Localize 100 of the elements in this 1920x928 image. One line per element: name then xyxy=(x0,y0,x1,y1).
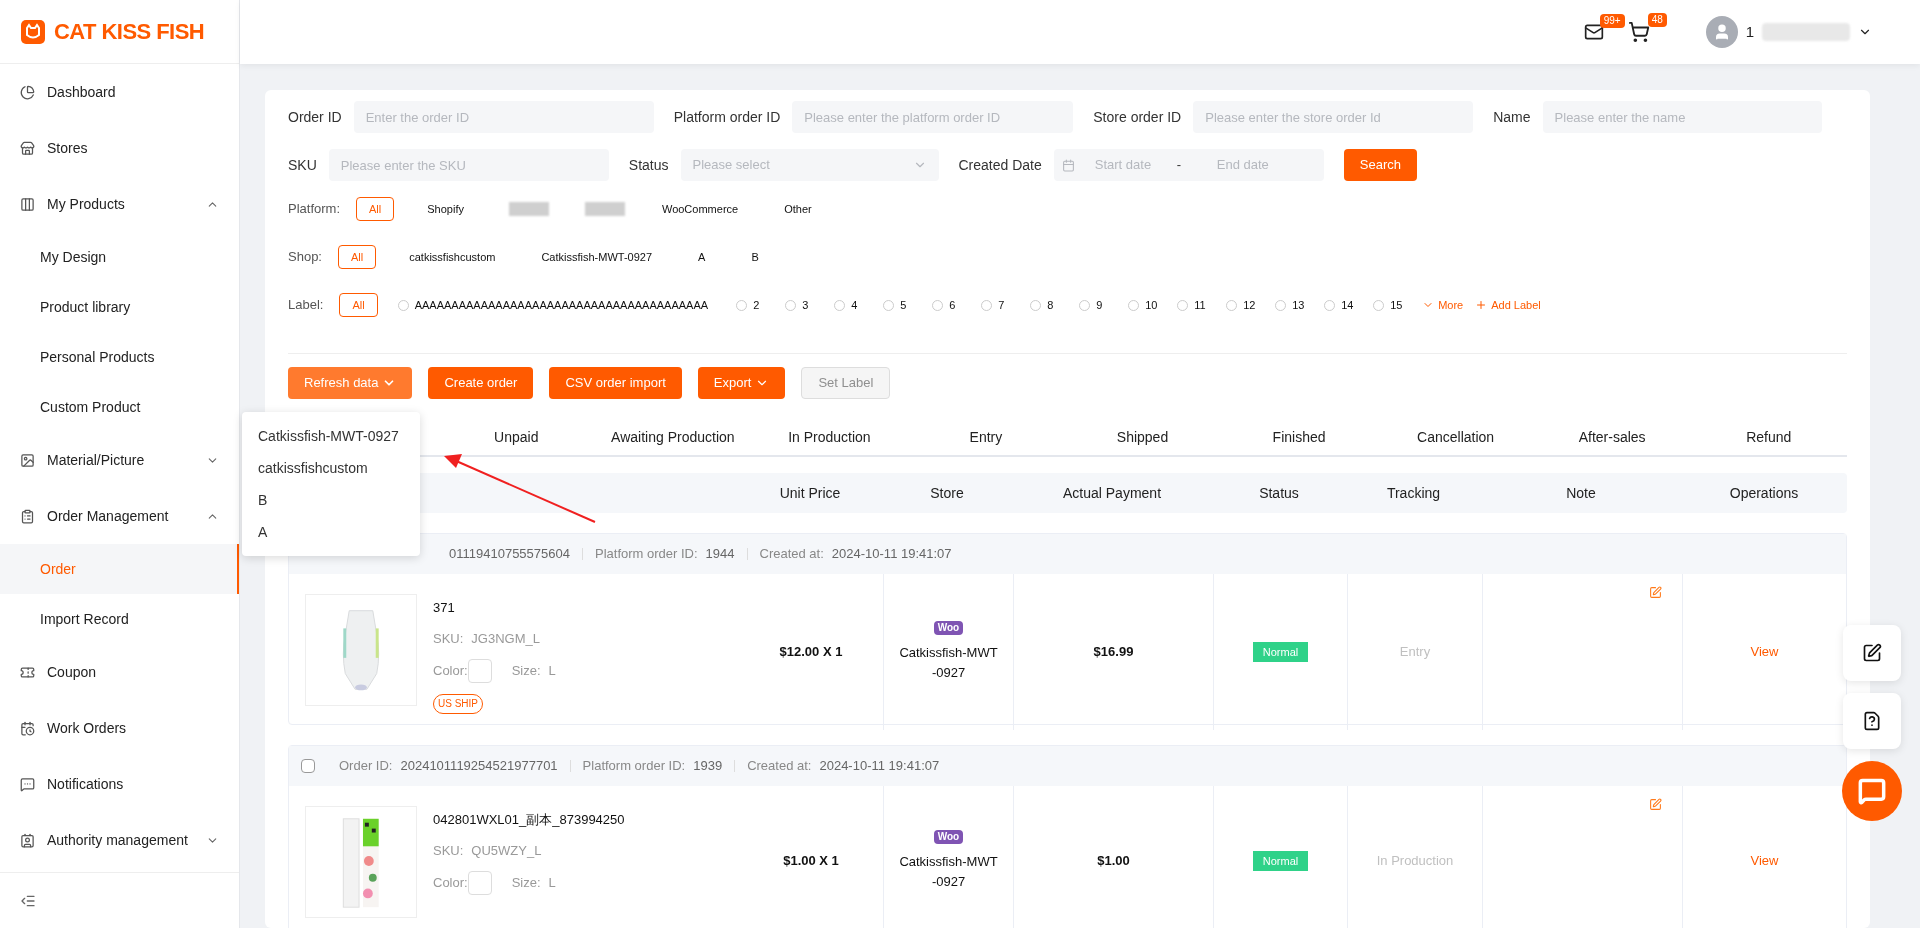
table-cell-text: $12.00 X 1 xyxy=(778,643,844,662)
sidebar-item[interactable]: Stores xyxy=(0,120,239,176)
edit-icon xyxy=(1862,643,1882,663)
input-field[interactable]: Enter the order ID xyxy=(353,101,654,133)
message-icon xyxy=(20,776,35,792)
sidebar-subitem[interactable]: Import Record xyxy=(0,594,239,644)
sku-label: SKU: xyxy=(433,629,464,648)
ticket-icon xyxy=(20,664,35,680)
sidebar-item[interactable]: Dashboard xyxy=(0,64,239,120)
radio-label: 5 xyxy=(900,297,907,313)
column-header: Store xyxy=(929,483,965,503)
help-document-icon xyxy=(1862,711,1882,731)
mail-badge: 99+ xyxy=(1599,14,1625,28)
chat-button[interactable] xyxy=(1842,761,1902,821)
column-header: Unit Price xyxy=(778,483,842,503)
table-cell: In Production xyxy=(1347,786,1482,928)
status-tab[interactable]: In Production xyxy=(751,419,908,455)
store-name: Catkissfish-MWT-0927 xyxy=(898,853,999,891)
radio-button[interactable] xyxy=(397,299,409,311)
columns-icon xyxy=(20,196,35,212)
sku-value: QU5WZY_L xyxy=(471,841,542,860)
radio-button[interactable] xyxy=(932,299,944,311)
filter-chip[interactable]: Shopify xyxy=(414,197,477,221)
sidebar-subitem[interactable]: My Design xyxy=(0,232,239,282)
input-field[interactable]: Please enter the SKU xyxy=(328,149,609,181)
status-tab[interactable]: Finished xyxy=(1220,419,1378,455)
radio-button[interactable] xyxy=(1177,299,1189,311)
user-name: 1 xyxy=(1745,21,1754,42)
radio-button[interactable] xyxy=(736,299,748,311)
filter-label: Platform: xyxy=(288,200,340,219)
mail-icon[interactable] xyxy=(1583,22,1604,42)
color-swatch xyxy=(467,659,492,683)
radio-label: AAAAAAAAAAAAAAAAAAAAAAAAAAAAAAAAAAAAAAAA xyxy=(414,297,709,313)
status-tab[interactable]: Shipped xyxy=(1064,419,1221,455)
redacted-chip[interactable] xyxy=(508,202,549,216)
status-tab[interactable]: Entry xyxy=(907,419,1065,455)
input-field[interactable]: Please enter the store order Id xyxy=(1193,101,1474,133)
radio-button[interactable] xyxy=(1226,299,1238,311)
sidebar-item[interactable]: My Products xyxy=(0,176,239,232)
sidebar-subitem[interactable]: Personal Products xyxy=(0,332,239,382)
menu-item[interactable]: catkissfishcustom xyxy=(242,452,420,484)
platform-order-id-label: Platform order ID: xyxy=(582,757,686,776)
radio-button[interactable] xyxy=(1030,299,1042,311)
edit-note-icon[interactable] xyxy=(1649,586,1662,599)
sidebar-item[interactable]: Order Management xyxy=(0,488,239,544)
status-tab[interactable]: After-sales xyxy=(1533,419,1691,455)
input-field[interactable]: Please enter the name xyxy=(1542,101,1822,133)
status-tab[interactable]: Cancellation xyxy=(1377,419,1534,455)
radio-button[interactable] xyxy=(1275,299,1287,311)
radio-button[interactable] xyxy=(1128,299,1140,311)
menu-item[interactable]: Catkissfish-MWT-0927 xyxy=(242,420,420,452)
checkbox[interactable] xyxy=(301,759,315,773)
radio-button[interactable] xyxy=(1324,299,1336,311)
date-range-field[interactable]: Start date - End date xyxy=(1053,149,1324,181)
help-float-button[interactable] xyxy=(1843,693,1901,749)
sidebar-item[interactable]: Material/Picture xyxy=(0,432,239,488)
radio-button[interactable] xyxy=(834,299,846,311)
input-field[interactable]: Please enter the platform order ID xyxy=(792,101,1074,133)
radio-button[interactable] xyxy=(1373,299,1385,311)
filter-chip[interactable]: catkissfishcustom xyxy=(396,245,509,269)
filter-chip[interactable]: WooCommerce xyxy=(648,197,752,221)
color-swatch xyxy=(467,871,492,895)
radio-button[interactable] xyxy=(1079,299,1091,311)
radio-label: 6 xyxy=(949,297,956,313)
avatar-icon[interactable] xyxy=(1705,16,1738,48)
redacted-chip[interactable] xyxy=(584,202,625,216)
sku-value: JG3NGM_L xyxy=(471,629,540,648)
filter-chip[interactable]: Catkissfish-MWT-0927 xyxy=(528,245,666,269)
sidebar-item[interactable]: Authority management xyxy=(0,812,239,868)
image-icon xyxy=(20,452,35,468)
sidebar-item[interactable]: Notifications xyxy=(0,756,239,812)
status-tab[interactable]: Refund xyxy=(1690,419,1847,455)
radio-label: 11 xyxy=(1194,297,1206,313)
field-label: Created Date xyxy=(958,155,1042,175)
radio-button[interactable] xyxy=(981,299,993,311)
sidebar-item[interactable]: Coupon xyxy=(0,644,239,700)
filter-label: Label: xyxy=(288,296,324,315)
created-time: 2024-10-11 19:41:07 xyxy=(819,757,940,776)
order-id: 01119410755575604 xyxy=(449,545,570,564)
sidebar-item[interactable]: Work Orders xyxy=(0,700,239,756)
cat-logo-icon xyxy=(20,18,46,45)
sidebar-subitem[interactable]: Custom Product xyxy=(0,382,239,432)
status-tab[interactable]: Awaiting Production xyxy=(594,419,752,455)
radio-label: 15 xyxy=(1390,297,1403,313)
product-name: 042801WXL01_副本_873994250 xyxy=(433,811,625,829)
filter-chip[interactable]: Other xyxy=(771,197,825,221)
menu-item[interactable]: A xyxy=(242,516,420,548)
filter-chip[interactable]: B xyxy=(738,245,772,269)
cart-icon[interactable] xyxy=(1627,21,1650,43)
sidebar-subitem[interactable]: Product library xyxy=(0,282,239,332)
table-cell: $16.99 xyxy=(1013,574,1213,730)
edit-float-button[interactable] xyxy=(1843,625,1901,681)
status-tab[interactable]: Unpaid xyxy=(438,419,595,455)
chat-icon xyxy=(1858,777,1886,805)
filter-chip[interactable]: A xyxy=(685,245,719,269)
field-label: SKU xyxy=(288,155,317,175)
radio-button[interactable] xyxy=(883,299,895,311)
edit-note-icon[interactable] xyxy=(1649,798,1662,811)
radio-button[interactable] xyxy=(785,299,797,311)
menu-item[interactable]: B xyxy=(242,484,420,516)
